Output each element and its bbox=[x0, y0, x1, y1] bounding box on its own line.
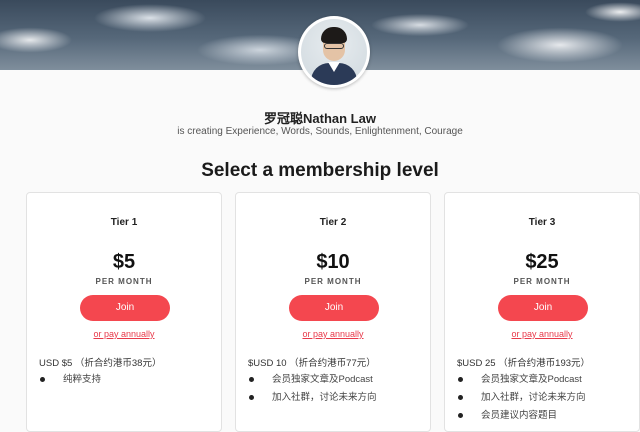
benefit-item: 加入社群，讨论未来方向 bbox=[457, 391, 633, 409]
creator-name: 罗冠聪Nathan Law bbox=[264, 111, 376, 126]
tier-description: $USD 10 （折合约港币77元） bbox=[248, 358, 376, 369]
benefit-text: 会员独家文章及Podcast bbox=[272, 374, 373, 385]
join-button[interactable]: Join bbox=[80, 295, 170, 321]
benefit-item: 加入社群，讨论未来方向 bbox=[248, 391, 424, 409]
tier-period: PER MONTH bbox=[513, 277, 571, 286]
bullet-icon bbox=[458, 395, 463, 400]
benefit-text: 纯粹支持 bbox=[63, 374, 102, 385]
tier-card-2: Tier 2 $10 PER MONTH Join or pay annuall… bbox=[235, 192, 431, 432]
benefit-item: 会员建议内容题目 bbox=[457, 409, 633, 427]
benefit-item: 会员独家文章及Podcast bbox=[248, 373, 424, 391]
page-title: Select a membership level bbox=[201, 160, 439, 181]
pay-annually-link[interactable]: or pay annually bbox=[445, 329, 639, 339]
benefit-text: 加入社群，讨论未来方向 bbox=[481, 392, 586, 403]
benefit-text: 会员建议内容题目 bbox=[481, 410, 558, 421]
tier-card-1: Tier 1 $5 PER MONTH Join or pay annually… bbox=[26, 192, 222, 432]
tier-name: Tier 2 bbox=[319, 217, 347, 228]
benefit-text: 会员独家文章及Podcast bbox=[481, 374, 582, 385]
tier-description: $USD 25 （折合约港币193元） bbox=[457, 358, 591, 369]
tier-name: Tier 1 bbox=[110, 217, 138, 228]
bullet-icon bbox=[249, 395, 254, 400]
tier-description: USD $5 （折合约港币38元） bbox=[39, 358, 162, 369]
bullet-icon bbox=[249, 377, 254, 382]
avatar bbox=[298, 16, 370, 88]
pay-annually-link[interactable]: or pay annually bbox=[236, 329, 430, 339]
join-button[interactable]: Join bbox=[498, 295, 588, 321]
tier-card-3: Tier 3 $25 PER MONTH Join or pay annuall… bbox=[444, 192, 640, 432]
creator-tagline: is creating Experience, Words, Sounds, E… bbox=[177, 126, 463, 137]
tier-price: $10 bbox=[316, 251, 350, 273]
avatar-photo bbox=[301, 19, 367, 85]
join-button[interactable]: Join bbox=[289, 295, 379, 321]
tier-price: $5 bbox=[112, 251, 136, 273]
tier-period: PER MONTH bbox=[95, 277, 153, 286]
tier-price: $25 bbox=[525, 251, 559, 273]
bullet-icon bbox=[458, 377, 463, 382]
benefit-list: 纯粹支持 bbox=[39, 373, 215, 391]
tier-period: PER MONTH bbox=[304, 277, 362, 286]
tier-name: Tier 3 bbox=[528, 217, 556, 228]
benefit-item: 会员独家文章及Podcast bbox=[457, 373, 633, 391]
benefit-list: 会员独家文章及Podcast 加入社群，讨论未来方向 bbox=[248, 373, 424, 409]
bullet-icon bbox=[458, 413, 463, 418]
benefit-text: 加入社群，讨论未来方向 bbox=[272, 392, 377, 403]
benefit-list: 会员独家文章及Podcast 加入社群，讨论未来方向 会员建议内容题目 bbox=[457, 373, 633, 427]
pay-annually-link[interactable]: or pay annually bbox=[27, 329, 221, 339]
bullet-icon bbox=[40, 377, 45, 382]
benefit-item: 纯粹支持 bbox=[39, 373, 215, 391]
